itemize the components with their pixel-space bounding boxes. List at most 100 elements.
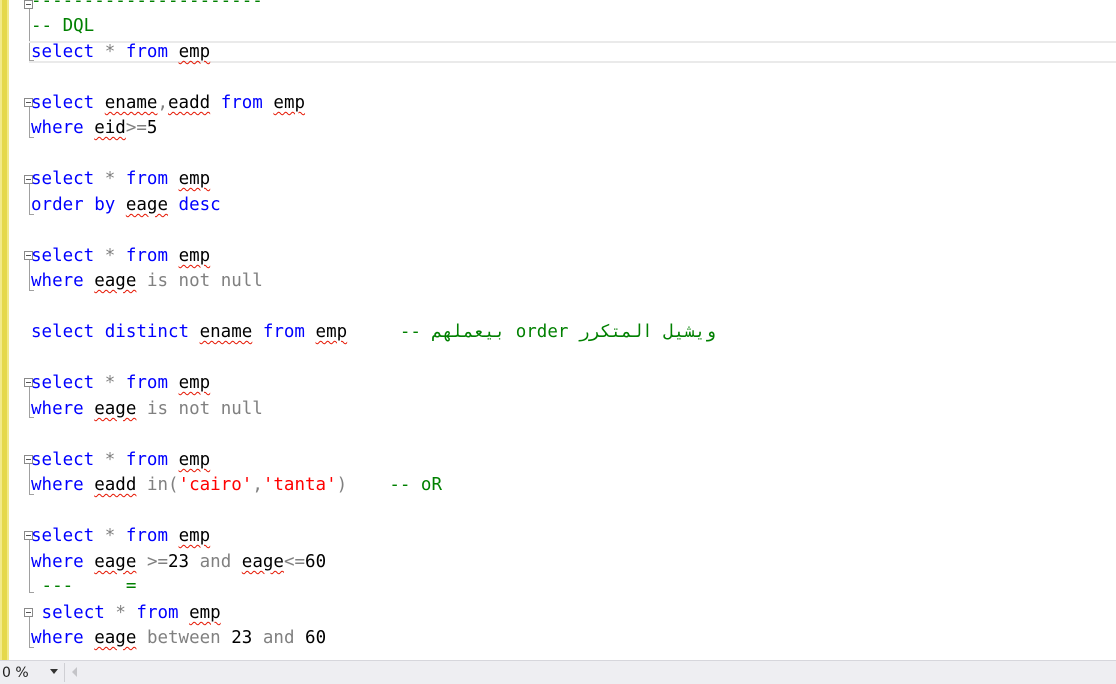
keyword: select (31, 42, 95, 62)
code-line[interactable]: select * from emp (31, 373, 210, 393)
identifier: eage (94, 399, 137, 419)
code-line[interactable]: where eage is not null (31, 271, 263, 291)
identifier: eid (94, 118, 126, 138)
outlining-margin (9, 0, 34, 660)
keyword: from (125, 169, 169, 189)
operator: , (252, 475, 263, 495)
keyword: from (262, 322, 305, 342)
operator: and (199, 552, 232, 572)
operator: ) (336, 475, 348, 495)
code-line[interactable]: select * from emp (31, 246, 210, 266)
number-literal: 5 (146, 118, 158, 138)
code-line[interactable]: -- DQL (31, 16, 94, 36)
query-editor[interactable]: ---------------------- -- DQL select * f… (0, 0, 1116, 660)
keyword: select (31, 373, 95, 393)
operator: * (115, 603, 126, 623)
code-line[interactable]: ---------------------- (31, 0, 263, 11)
comment-text: -- DQL (31, 16, 95, 36)
identifier: ename (104, 93, 158, 113)
code-line[interactable]: select * from emp (31, 450, 210, 470)
code-line[interactable]: select * from emp (31, 169, 210, 189)
operator: * (104, 42, 116, 62)
string-literal: 'tanta' (262, 475, 337, 495)
code-line[interactable]: where eid>=5 (31, 118, 157, 138)
keyword: from (220, 93, 263, 113)
operator: is not null (146, 271, 263, 291)
keyword: select (31, 450, 95, 470)
identifier: emp (273, 93, 306, 113)
keyword: from (125, 526, 169, 546)
keyword: order by (31, 195, 116, 215)
identifier: emp (178, 246, 211, 266)
code-line[interactable]: select ename,eadd from emp (31, 93, 305, 113)
identifier: eage (94, 552, 137, 572)
number-literal: 60 (305, 552, 327, 572)
code-line[interactable]: select distinct ename from emp -- بيعمله… (31, 322, 716, 342)
code-line[interactable]: select * from emp (31, 603, 221, 623)
comment-text: -- oR (389, 475, 443, 495)
comment-text: = (125, 576, 137, 596)
scroll-left-icon[interactable] (72, 667, 77, 677)
operator: * (104, 373, 116, 393)
identifier: emp (178, 42, 211, 62)
keyword: where (31, 475, 84, 495)
code-line[interactable]: where eage is not null (31, 399, 263, 419)
operator: and (262, 628, 295, 648)
operator: <= (283, 552, 306, 572)
keyword: where (31, 271, 84, 291)
operator: * (104, 246, 116, 266)
code-line[interactable]: select * from emp (31, 526, 210, 546)
identifier: emp (178, 169, 211, 189)
keyword: select (41, 603, 105, 623)
chevron-down-icon[interactable] (50, 669, 58, 674)
operator: is not null (146, 399, 263, 419)
keyword: where (31, 399, 84, 419)
operator: , (157, 93, 168, 113)
keyword: select (31, 93, 95, 113)
operator: >= (125, 118, 147, 138)
code-line[interactable]: where eadd in('cairo','tanta') -- oR (31, 475, 442, 495)
keyword: select (31, 169, 95, 189)
number-literal: 60 (305, 628, 327, 648)
string-literal: 'cairo' (178, 475, 253, 495)
identifier: emp (178, 373, 211, 393)
code-line[interactable]: where eage between 23 and 60 (31, 628, 326, 648)
keyword: select (31, 246, 95, 266)
keyword: from (125, 373, 169, 393)
keyword: from (136, 603, 179, 623)
keyword: from (125, 42, 169, 62)
code-line[interactable]: order by eage desc (31, 195, 221, 215)
keyword: where (31, 628, 84, 648)
comment-text: -- بيعملهم order ويشيل المتكرر (399, 322, 716, 342)
identifier: eage (241, 552, 284, 572)
keyword: select distinct (31, 322, 190, 342)
comment-text: --- (41, 576, 74, 596)
zoom-level: 0 % (2, 665, 29, 681)
comment-text: ---------------------- (31, 0, 263, 11)
code-line[interactable]: select * from emp (31, 42, 210, 62)
keyword: from (125, 246, 169, 266)
operator: in( (146, 475, 179, 495)
keyword: from (125, 450, 169, 470)
keyword: where (31, 118, 84, 138)
editor-status-bar: 0 % (0, 660, 1116, 684)
identifier: emp (189, 603, 221, 623)
keyword: desc (178, 195, 221, 215)
operator: * (104, 169, 116, 189)
identifier: emp (178, 526, 211, 546)
code-line[interactable]: where eage >=23 and eage<=60 (31, 552, 326, 572)
code-line[interactable]: --- = (31, 576, 137, 596)
identifier: eage (94, 628, 137, 648)
number-literal: 23 (168, 552, 190, 572)
identifier: eage (94, 271, 137, 291)
keyword: select (31, 526, 95, 546)
identifier: emp (315, 322, 348, 342)
identifier: eage (125, 195, 168, 215)
divider (64, 663, 65, 682)
identifier: ename (199, 322, 253, 342)
identifier: eadd (94, 475, 137, 495)
identifier: eadd (168, 93, 211, 113)
operator: * (104, 526, 116, 546)
operator: * (104, 450, 116, 470)
operator: >= (146, 552, 169, 572)
